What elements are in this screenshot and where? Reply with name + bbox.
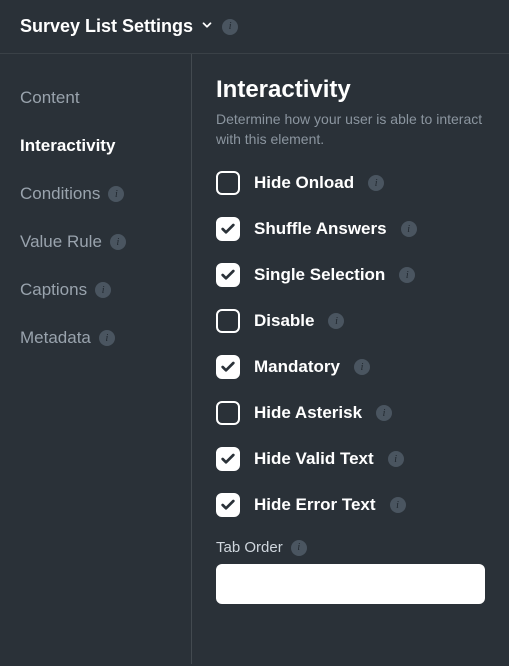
option-single-selection: Single Selection i [216, 263, 485, 287]
info-icon[interactable]: i [401, 221, 417, 237]
sidebar-item-label: Value Rule [20, 232, 102, 252]
sidebar-item-content[interactable]: Content [0, 74, 191, 122]
info-icon[interactable]: i [354, 359, 370, 375]
info-icon[interactable]: i [99, 330, 115, 346]
info-icon[interactable]: i [368, 175, 384, 191]
sidebar-item-label: Interactivity [20, 136, 115, 156]
info-icon[interactable]: i [95, 282, 111, 298]
info-icon[interactable]: i [291, 540, 307, 556]
checkbox-shuffle-answers[interactable] [216, 217, 240, 241]
info-icon[interactable]: i [328, 313, 344, 329]
checkbox-hide-onload[interactable] [216, 171, 240, 195]
tab-order-label: Tab Order [216, 539, 283, 556]
option-label: Disable [254, 311, 314, 331]
checkbox-hide-valid-text[interactable] [216, 447, 240, 471]
settings-main: Interactivity Determine how your user is… [192, 54, 509, 664]
option-hide-error-text: Hide Error Text i [216, 493, 485, 517]
sidebar-item-value-rule[interactable]: Value Rule i [0, 218, 191, 266]
sidebar-item-metadata[interactable]: Metadata i [0, 314, 191, 362]
sidebar-item-captions[interactable]: Captions i [0, 266, 191, 314]
info-icon[interactable]: i [390, 497, 406, 513]
sidebar-item-label: Captions [20, 280, 87, 300]
option-label: Hide Error Text [254, 495, 376, 515]
checkbox-hide-error-text[interactable] [216, 493, 240, 517]
option-hide-valid-text: Hide Valid Text i [216, 447, 485, 471]
panel-description: Determine how your user is able to inter… [216, 110, 485, 149]
checkbox-hide-asterisk[interactable] [216, 401, 240, 425]
panel-title: Interactivity [216, 76, 485, 104]
tab-order-field: Tab Order i [216, 539, 485, 604]
checkbox-mandatory[interactable] [216, 355, 240, 379]
info-icon[interactable]: i [108, 186, 124, 202]
tab-order-input[interactable] [216, 564, 485, 604]
checkbox-single-selection[interactable] [216, 263, 240, 287]
option-hide-asterisk: Hide Asterisk i [216, 401, 485, 425]
settings-header: Survey List Settings i [0, 0, 509, 54]
option-label: Hide Asterisk [254, 403, 362, 423]
sidebar-item-conditions[interactable]: Conditions i [0, 170, 191, 218]
info-icon[interactable]: i [110, 234, 126, 250]
option-label: Hide Onload [254, 173, 354, 193]
option-label: Mandatory [254, 357, 340, 377]
option-mandatory: Mandatory i [216, 355, 485, 379]
sidebar-item-label: Metadata [20, 328, 91, 348]
option-shuffle-answers: Shuffle Answers i [216, 217, 485, 241]
option-hide-onload: Hide Onload i [216, 171, 485, 195]
info-icon[interactable]: i [376, 405, 392, 421]
option-label: Hide Valid Text [254, 449, 374, 469]
option-label: Shuffle Answers [254, 219, 387, 239]
checkbox-disable[interactable] [216, 309, 240, 333]
settings-sidebar: Content Interactivity Conditions i Value… [0, 54, 192, 664]
sidebar-item-interactivity[interactable]: Interactivity [0, 122, 191, 170]
sidebar-item-label: Conditions [20, 184, 100, 204]
option-disable: Disable i [216, 309, 485, 333]
chevron-down-icon [200, 16, 214, 37]
info-icon[interactable]: i [388, 451, 404, 467]
option-label: Single Selection [254, 265, 385, 285]
info-icon[interactable]: i [222, 19, 238, 35]
info-icon[interactable]: i [399, 267, 415, 283]
sidebar-item-label: Content [20, 88, 80, 108]
settings-title[interactable]: Survey List Settings [20, 16, 214, 37]
